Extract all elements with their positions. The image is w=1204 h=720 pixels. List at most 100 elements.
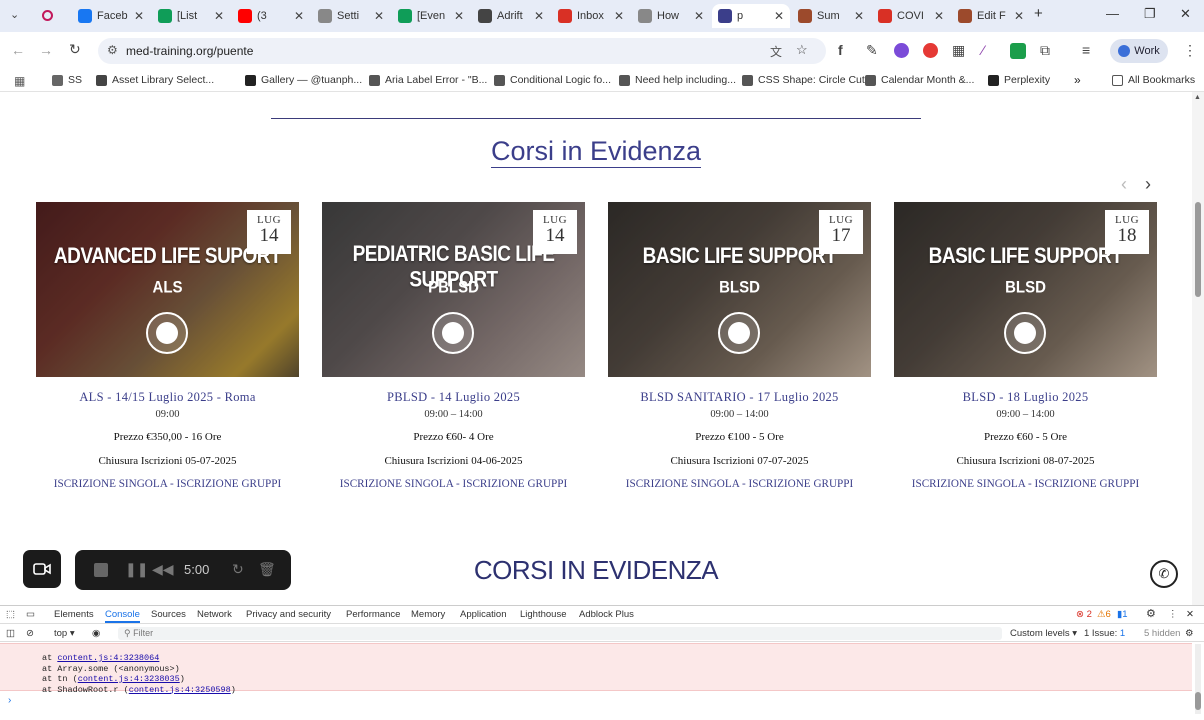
- tab-4[interactable]: Setti ✕: [312, 4, 390, 28]
- tab-close-icon[interactable]: ✕: [1014, 9, 1024, 23]
- more-bookmarks-icon[interactable]: »: [1074, 73, 1081, 87]
- apps-icon[interactable]: ▦: [14, 74, 25, 88]
- source-link[interactable]: content.js:4:3250598: [129, 685, 231, 695]
- menu-icon[interactable]: ⋮: [1183, 42, 1197, 59]
- more-options-icon[interactable]: ⋮: [1168, 609, 1178, 620]
- course-image[interactable]: ADVANCED LIFE SUPORT ALS LUG 14: [36, 202, 299, 377]
- stop-icon[interactable]: [94, 563, 108, 577]
- tab-6[interactable]: Adrift ✕: [472, 4, 550, 28]
- source-link[interactable]: content.js:4:3238064: [57, 653, 159, 663]
- back-icon[interactable]: ←: [11, 42, 25, 58]
- carousel-next-icon[interactable]: ›: [1145, 174, 1151, 195]
- course-title[interactable]: BLSD SANITARIO - 17 Luglio 2025: [608, 390, 871, 405]
- tab-close-icon[interactable]: ✕: [774, 9, 784, 23]
- devtools-tab[interactable]: Application: [460, 609, 506, 620]
- settings-gear-icon[interactable]: ⚙: [1146, 607, 1156, 620]
- sidebar-toggle-icon[interactable]: ◫: [6, 628, 15, 639]
- tab-1[interactable]: Faceb ✕: [72, 4, 150, 28]
- apps-grid-icon[interactable]: ▦: [952, 42, 965, 59]
- adblock-icon[interactable]: [923, 43, 938, 58]
- page-scrollbar[interactable]: ▲: [1192, 92, 1204, 605]
- tab-10[interactable]: Sum ✕: [792, 4, 870, 28]
- tab-close-icon[interactable]: ✕: [454, 9, 464, 23]
- devtools-tab[interactable]: Memory: [411, 609, 445, 620]
- devtools-tab[interactable]: Elements: [54, 609, 94, 620]
- tab-close-icon[interactable]: ✕: [374, 9, 384, 23]
- warning-count-icon[interactable]: ⚠6: [1097, 609, 1111, 620]
- tab-close-icon[interactable]: ✕: [534, 9, 544, 23]
- dis-extension-icon[interactable]: [1010, 43, 1026, 59]
- course-title[interactable]: BLSD - 18 Luglio 2025: [894, 390, 1157, 405]
- context-select[interactable]: top ▾: [54, 628, 75, 639]
- puzzle-icon[interactable]: ⧉: [1040, 42, 1050, 59]
- course-image[interactable]: PEDIATRIC BASIC LIFE SUPPORT PBLSD LUG 14: [322, 202, 585, 377]
- info-count-icon[interactable]: ▮1: [1117, 609, 1128, 620]
- error-count-icon[interactable]: ⊗ 2: [1076, 609, 1092, 620]
- tab-close-icon[interactable]: ✕: [214, 9, 224, 23]
- delete-icon[interactable]: 🗑: [258, 561, 276, 578]
- whatsapp-icon[interactable]: ✆: [1150, 560, 1178, 588]
- console-settings-icon[interactable]: ⚙: [1185, 628, 1194, 639]
- tab-8[interactable]: How ✕: [632, 4, 710, 28]
- pen-icon[interactable]: ⁄: [982, 42, 984, 58]
- minimize-button[interactable]: —: [1106, 6, 1119, 21]
- extension-icon[interactable]: f: [838, 42, 843, 58]
- tab-search-icon[interactable]: ⌄: [10, 8, 19, 21]
- enrollment-links[interactable]: ISCRIZIONE SINGOLA - ISCRIZIONE GRUPPI: [322, 478, 585, 490]
- tab-5[interactable]: [Even ✕: [392, 4, 470, 28]
- tab-9[interactable]: p ✕: [712, 4, 790, 28]
- close-devtools-icon[interactable]: ✕: [1186, 609, 1194, 620]
- profile-button[interactable]: Work: [1110, 39, 1168, 63]
- devtools-tab[interactable]: Privacy and security: [246, 609, 331, 620]
- tab-close-icon[interactable]: ✕: [294, 9, 304, 23]
- pause-icon[interactable]: ❚❚: [125, 561, 148, 578]
- device-toggle-icon[interactable]: ▭: [26, 609, 35, 620]
- bookmark-item[interactable]: SS: [52, 74, 82, 86]
- tab-close-icon[interactable]: ✕: [614, 9, 624, 23]
- bookmark-item[interactable]: Need help including...: [619, 74, 736, 86]
- enrollment-links[interactable]: ISCRIZIONE SINGOLA - ISCRIZIONE GRUPPI: [894, 478, 1157, 490]
- tab-2[interactable]: [List ✕: [152, 4, 230, 28]
- devtools-tab[interactable]: Network: [197, 609, 232, 620]
- devtools-tab[interactable]: Lighthouse: [520, 609, 566, 620]
- clear-console-icon[interactable]: ⊘: [26, 628, 34, 639]
- devtools-tab[interactable]: Performance: [346, 609, 400, 620]
- tab-close-icon[interactable]: ✕: [934, 9, 944, 23]
- eyedropper-icon[interactable]: ✎: [866, 42, 878, 59]
- rewind-icon[interactable]: ◀◀: [152, 561, 174, 578]
- reading-list-icon[interactable]: ≡: [1082, 42, 1090, 58]
- bookmark-item[interactable]: Calendar Month &...: [865, 74, 974, 86]
- course-image[interactable]: BASIC LIFE SUPPORT BLSD LUG 18: [894, 202, 1157, 377]
- recording-indicator-icon[interactable]: [42, 10, 53, 21]
- scroll-up-icon[interactable]: ▲: [1194, 94, 1201, 101]
- devtools-tab[interactable]: Console: [105, 609, 140, 623]
- bookmark-star-icon[interactable]: ☆: [796, 42, 808, 58]
- course-title[interactable]: ALS - 14/15 Luglio 2025 - Roma: [36, 390, 299, 405]
- eye-icon[interactable]: ◉: [92, 628, 100, 639]
- camera-button[interactable]: [23, 550, 61, 588]
- source-link[interactable]: content.js:4:3238035: [78, 674, 180, 684]
- new-tab-button[interactable]: +: [1034, 5, 1043, 22]
- tab-3[interactable]: (3 ✕: [232, 4, 310, 28]
- bookmark-item[interactable]: CSS Shape: Circle Cut: [742, 74, 865, 86]
- filter-input[interactable]: ⚲ Filter: [118, 627, 1002, 640]
- course-image[interactable]: BASIC LIFE SUPPORT BLSD LUG 17: [608, 202, 871, 377]
- enrollment-links[interactable]: ISCRIZIONE SINGOLA - ISCRIZIONE GRUPPI: [36, 478, 299, 490]
- tab-close-icon[interactable]: ✕: [134, 9, 144, 23]
- forward-icon[interactable]: →: [39, 42, 53, 58]
- console-prompt-icon[interactable]: ›: [8, 695, 11, 706]
- restart-icon[interactable]: ↻: [232, 561, 244, 578]
- log-levels-select[interactable]: Custom levels ▾: [1010, 628, 1077, 639]
- tab-close-icon[interactable]: ✕: [694, 9, 704, 23]
- translate-icon[interactable]: 文: [770, 43, 782, 60]
- tab-7[interactable]: Inbox ✕: [552, 4, 630, 28]
- close-window-button[interactable]: ✕: [1180, 6, 1191, 22]
- inspect-icon[interactable]: ⬚: [6, 609, 15, 620]
- course-title[interactable]: PBLSD - 14 Luglio 2025: [322, 390, 585, 405]
- devtools-tab[interactable]: Adblock Plus: [579, 609, 634, 620]
- bookmark-item[interactable]: Asset Library Select...: [96, 74, 214, 86]
- scrollbar-thumb[interactable]: [1195, 202, 1201, 297]
- carousel-prev-icon[interactable]: ‹: [1121, 174, 1127, 195]
- url-text[interactable]: med-training.org/puente: [126, 44, 253, 58]
- bookmark-item[interactable]: Perplexity: [988, 74, 1050, 86]
